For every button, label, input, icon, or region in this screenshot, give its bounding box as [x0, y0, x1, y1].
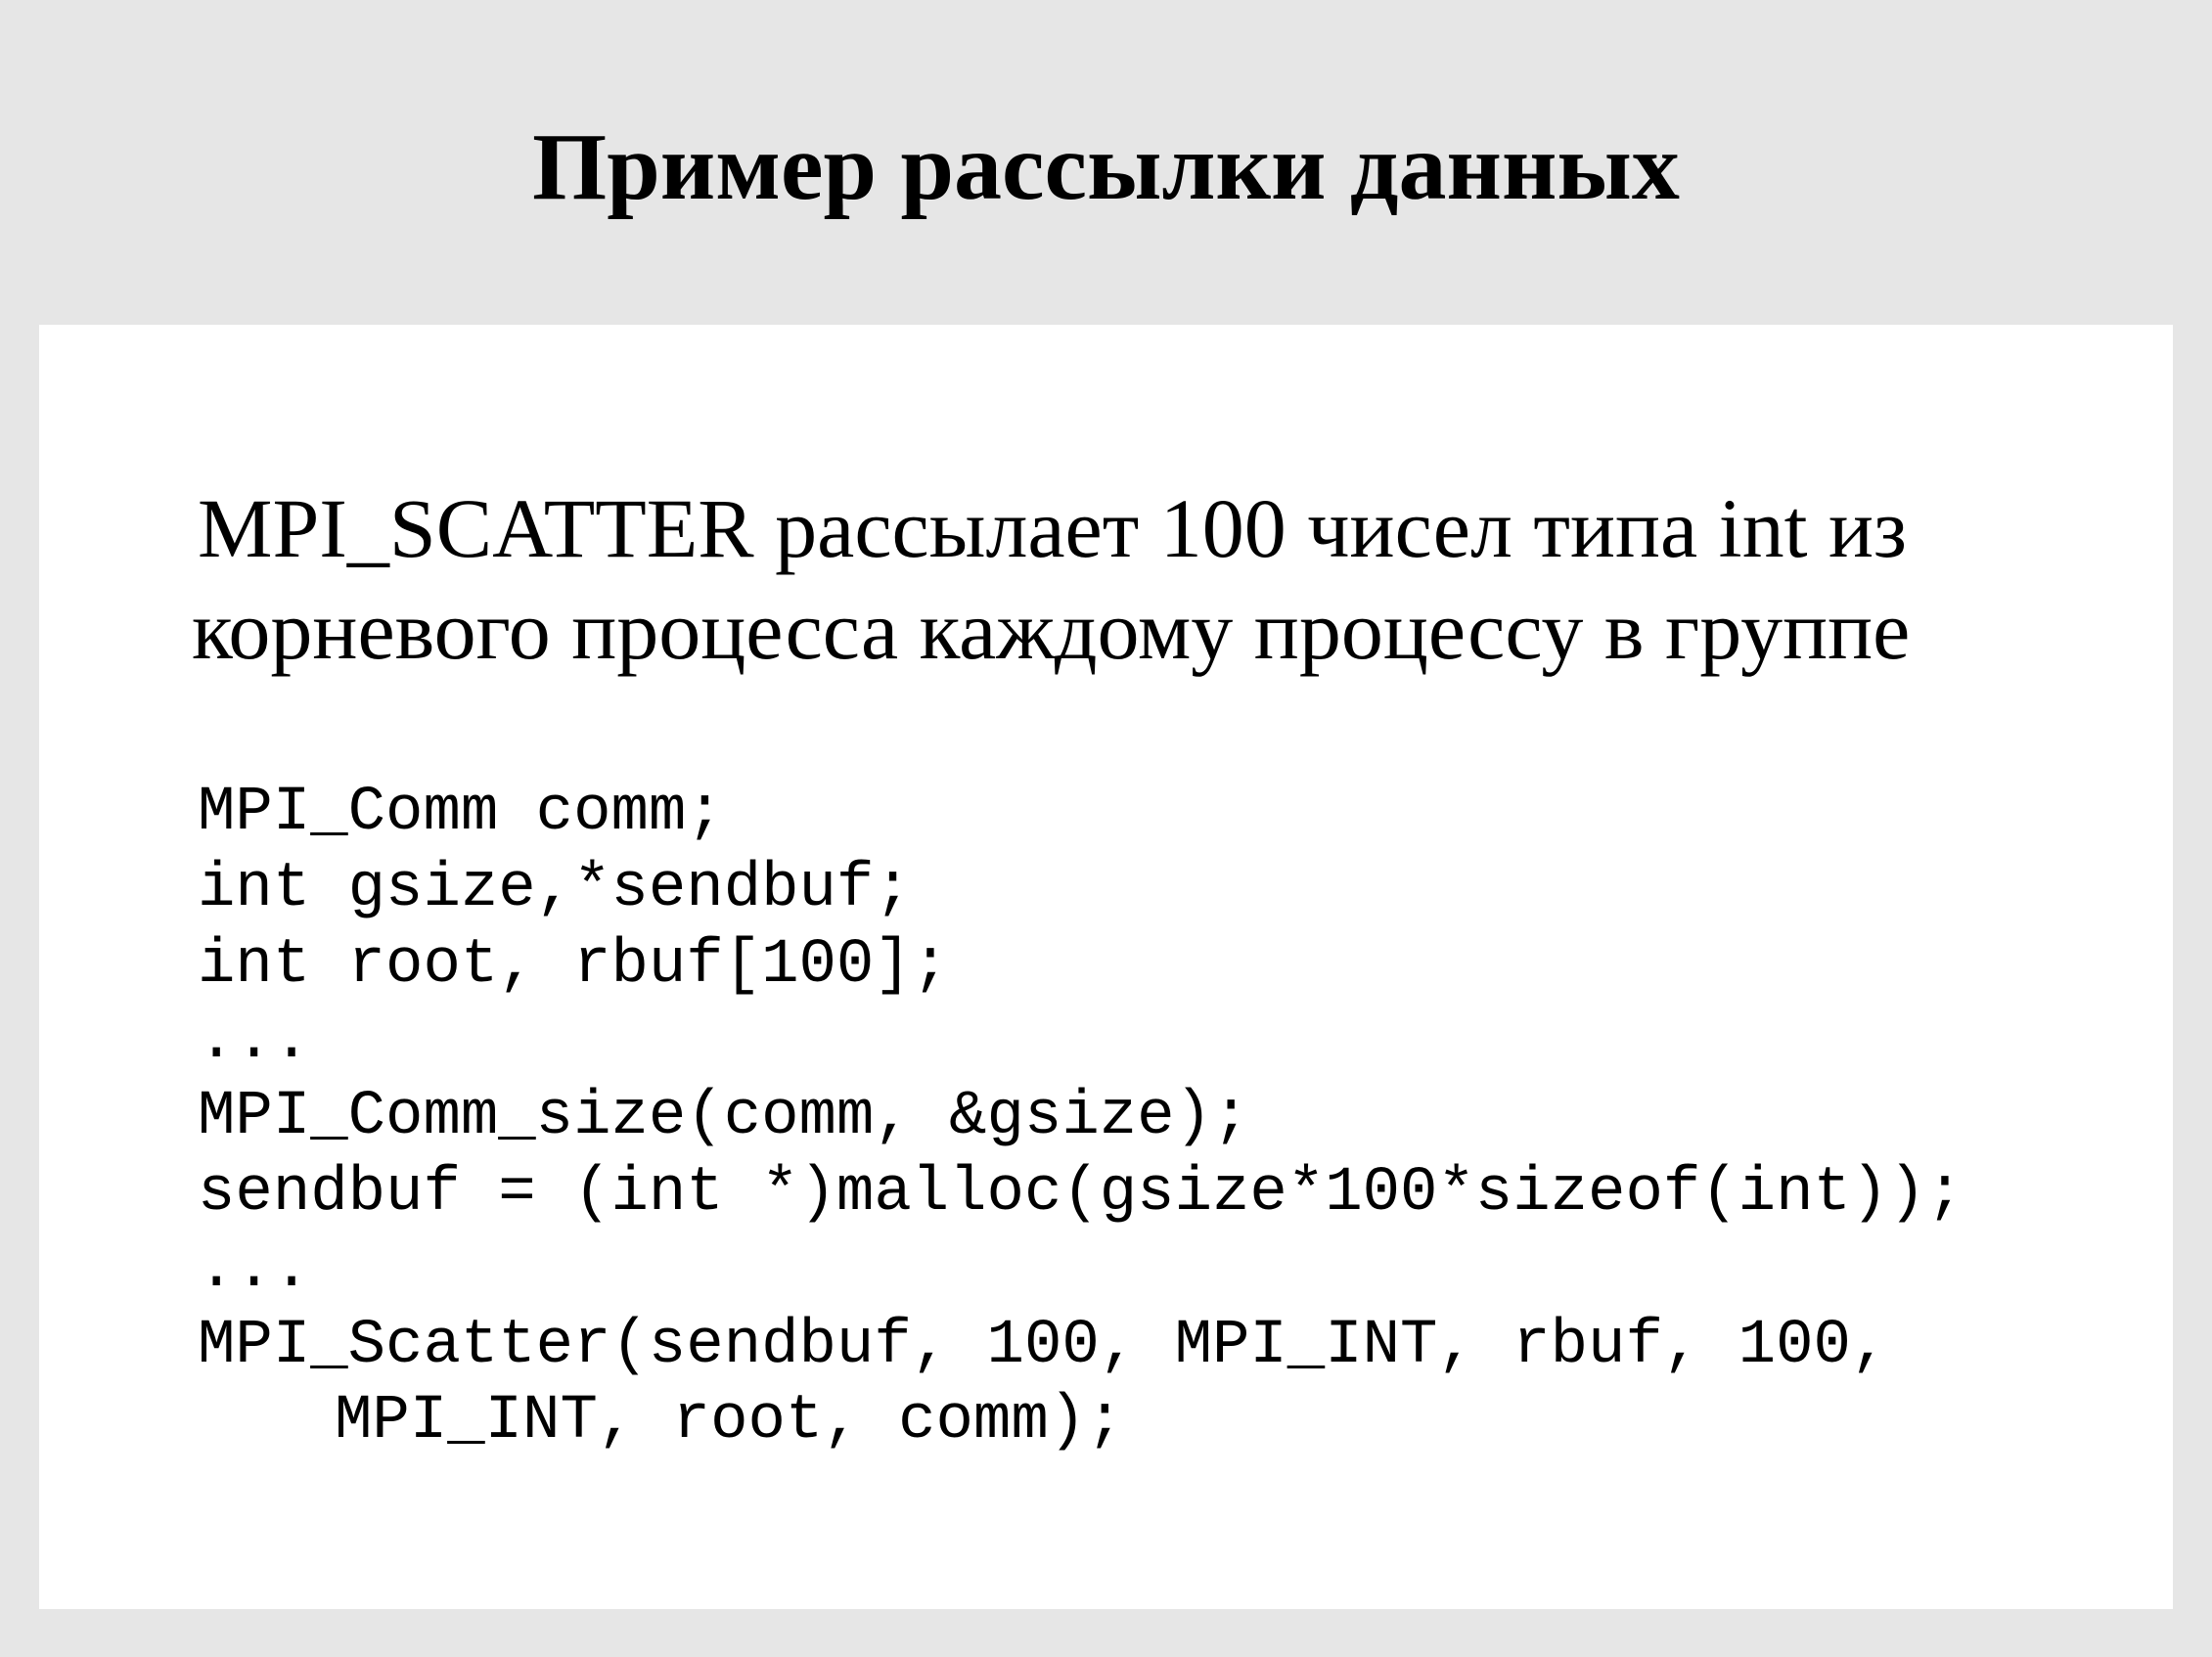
code-line-9: MPI_INT, root, comm); — [335, 1386, 1124, 1457]
code-line-5: MPI_Comm_size(comm, &gsize); — [198, 1082, 1250, 1153]
code-line-1: MPI_Comm comm; — [198, 778, 724, 848]
code-line-6: sendbuf = (int *)malloc(gsize*100*sizeof… — [198, 1157, 1964, 1229]
code-line-4: ... — [198, 1006, 311, 1077]
code-line-3: int root, rbuf[100]; — [198, 929, 950, 1001]
code-line-7: ... — [198, 1233, 311, 1305]
slide-title: Пример рассылки данных — [532, 114, 1680, 220]
code-line-2: int gsize,*sendbuf; — [198, 853, 912, 924]
description-line-1: MPI_SCATTER рассылает 100 чисел типа int… — [198, 481, 1907, 575]
code-line-8: MPI_Scatter(sendbuf, 100, MPI_INT, rbuf,… — [198, 1310, 1889, 1381]
slide-description: MPI_SCATTER рассылает 100 чисел типа int… — [192, 477, 2096, 681]
code-block: MPI_Comm comm; int gsize,*sendbuf; int roo… — [198, 776, 2154, 1460]
description-line-2: корневого процесса каждому процессу в гр… — [192, 583, 1911, 677]
